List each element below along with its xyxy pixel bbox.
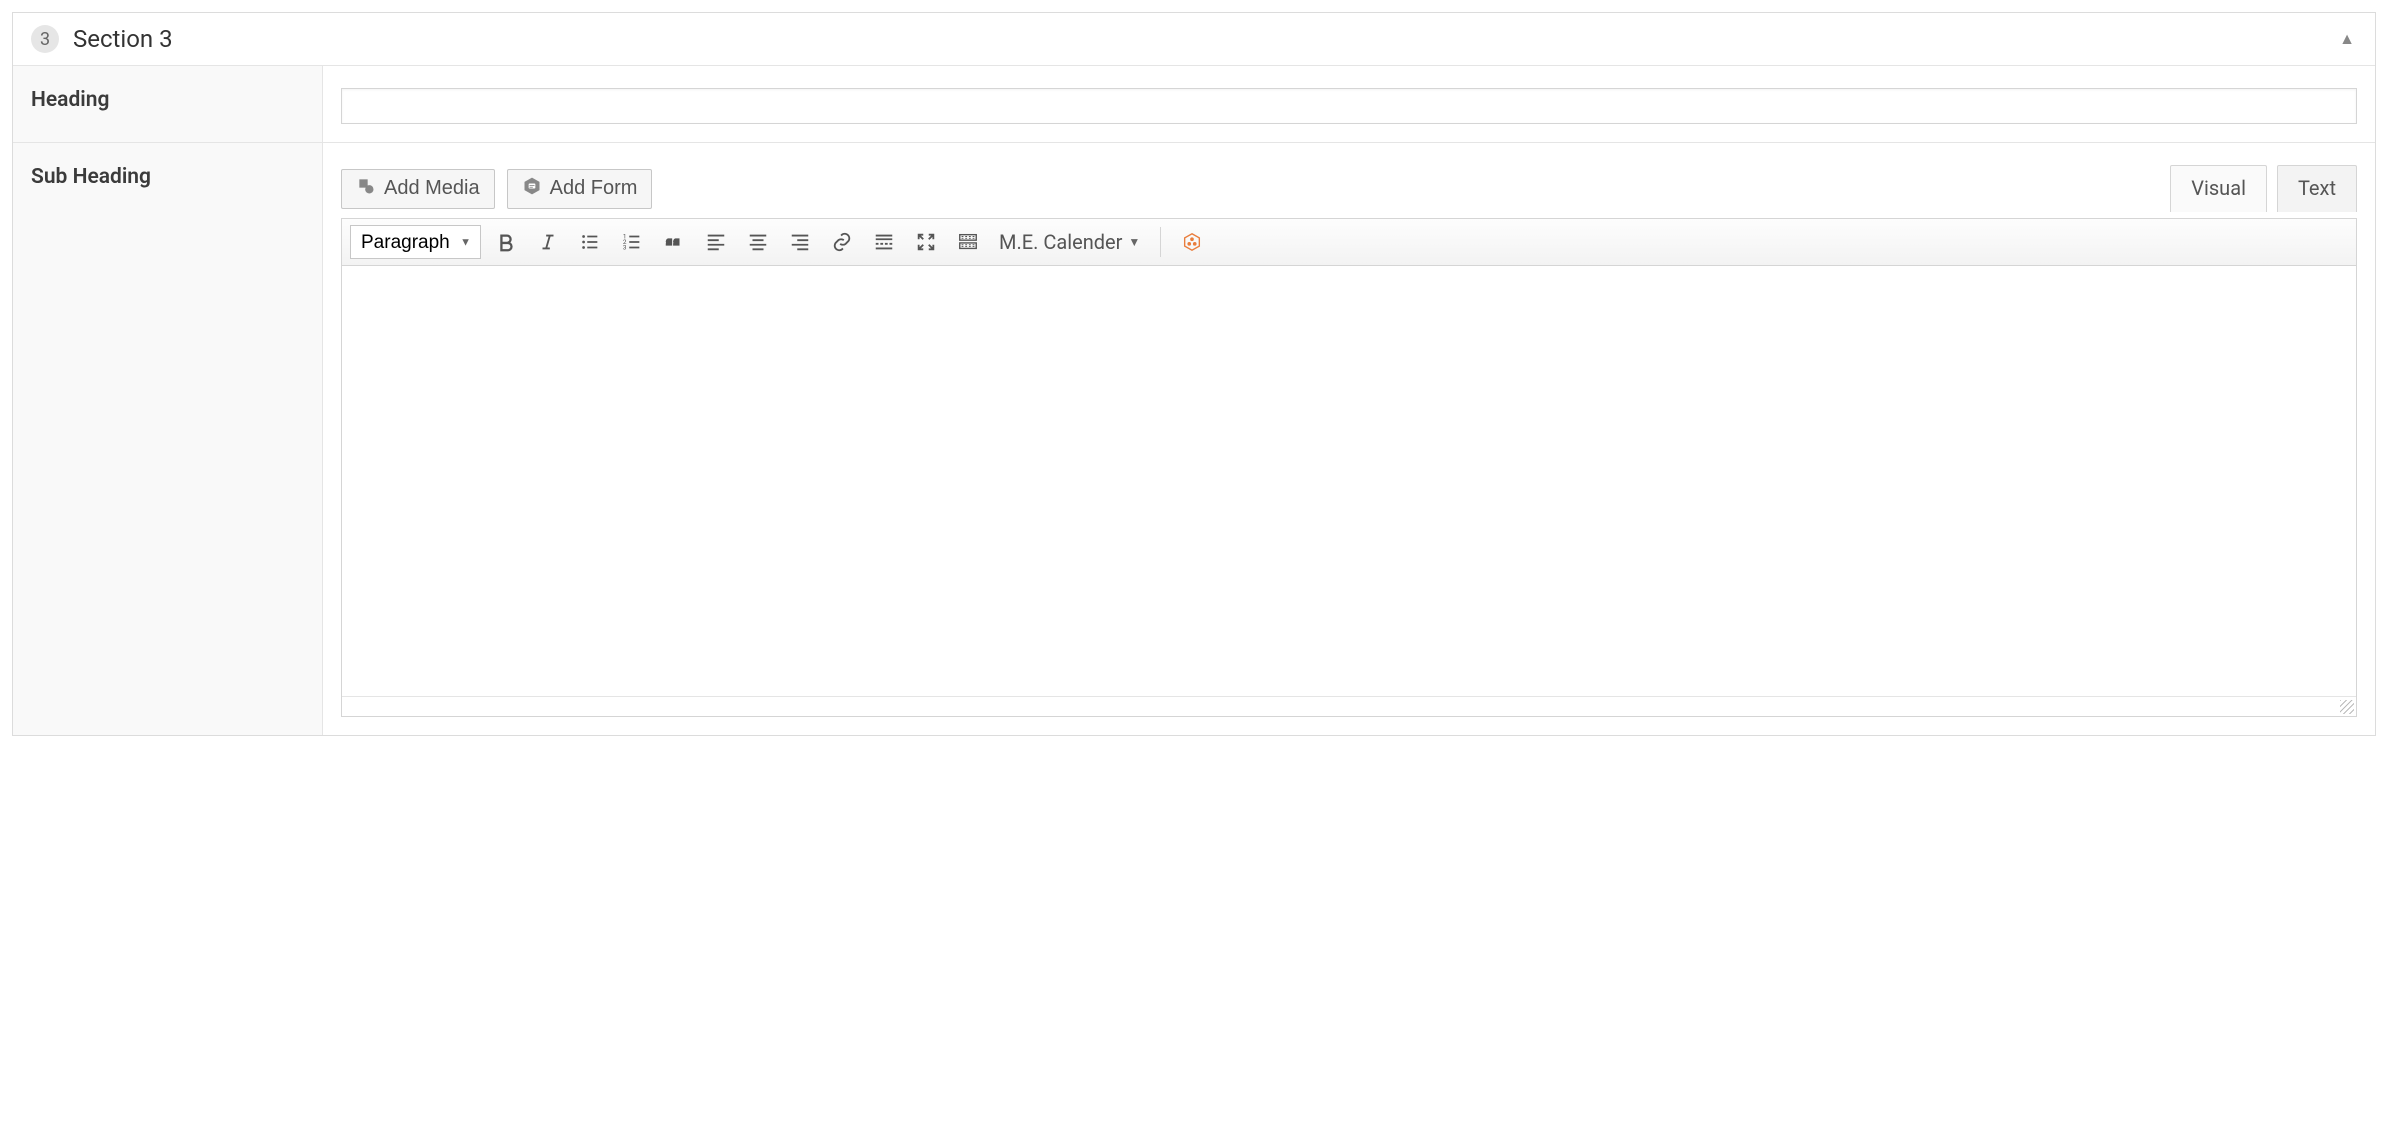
editor-toolbar: Paragraph 123	[342, 219, 2356, 266]
add-media-button[interactable]: Add Media	[341, 169, 495, 209]
bold-button[interactable]	[489, 225, 523, 259]
align-right-button[interactable]	[783, 225, 817, 259]
subheading-label: Sub Heading	[13, 143, 323, 735]
section-number-badge: 3	[31, 25, 59, 53]
section-panel: 3 Section 3 ▲ Heading Sub Heading	[12, 12, 2376, 736]
format-select[interactable]: Paragraph	[350, 225, 481, 259]
section-title: Section 3	[73, 25, 173, 53]
field-row-subheading: Sub Heading Add Media	[13, 143, 2375, 735]
editor-top-row: Add Media Add Form Visual Text	[341, 165, 2357, 212]
toolbar-toggle-button[interactable]	[951, 225, 985, 259]
chevron-down-icon: ▼	[1128, 235, 1140, 249]
numbered-list-button[interactable]: 123	[615, 225, 649, 259]
add-media-label: Add Media	[384, 177, 480, 200]
me-calendar-label: M.E. Calender	[999, 230, 1122, 254]
editor-content-area[interactable]	[342, 266, 2356, 696]
collapse-toggle-icon[interactable]: ▲	[2339, 29, 2355, 49]
tab-text[interactable]: Text	[2277, 165, 2357, 212]
media-icon	[356, 176, 376, 202]
svg-text:3: 3	[623, 243, 627, 251]
editor-status-bar[interactable]	[342, 696, 2356, 716]
heading-content	[323, 66, 2375, 142]
wysiwyg-editor: Paragraph 123	[341, 218, 2357, 717]
align-left-button[interactable]	[699, 225, 733, 259]
add-form-button[interactable]: Add Form	[507, 169, 653, 209]
link-button[interactable]	[825, 225, 859, 259]
field-rows: Heading Sub Heading Add Media	[13, 66, 2375, 735]
fullscreen-button[interactable]	[909, 225, 943, 259]
me-calendar-dropdown[interactable]: M.E. Calender ▼	[993, 226, 1146, 258]
toolbar-separator	[1160, 227, 1161, 257]
field-row-heading: Heading	[13, 66, 2375, 143]
subheading-content: Add Media Add Form Visual Text	[323, 143, 2375, 735]
heading-label: Heading	[13, 66, 323, 142]
format-select-wrap: Paragraph	[350, 225, 481, 259]
editor-tabs: Visual Text	[2170, 165, 2357, 212]
plugin-icon[interactable]	[1175, 225, 1209, 259]
bullet-list-button[interactable]	[573, 225, 607, 259]
section-header[interactable]: 3 Section 3 ▲	[13, 13, 2375, 66]
add-form-label: Add Form	[550, 177, 638, 200]
tab-visual[interactable]: Visual	[2170, 165, 2267, 212]
blockquote-button[interactable]	[657, 225, 691, 259]
heading-input[interactable]	[341, 88, 2357, 124]
align-center-button[interactable]	[741, 225, 775, 259]
italic-button[interactable]	[531, 225, 565, 259]
media-buttons: Add Media Add Form	[341, 169, 652, 209]
form-icon	[522, 176, 542, 202]
read-more-button[interactable]	[867, 225, 901, 259]
